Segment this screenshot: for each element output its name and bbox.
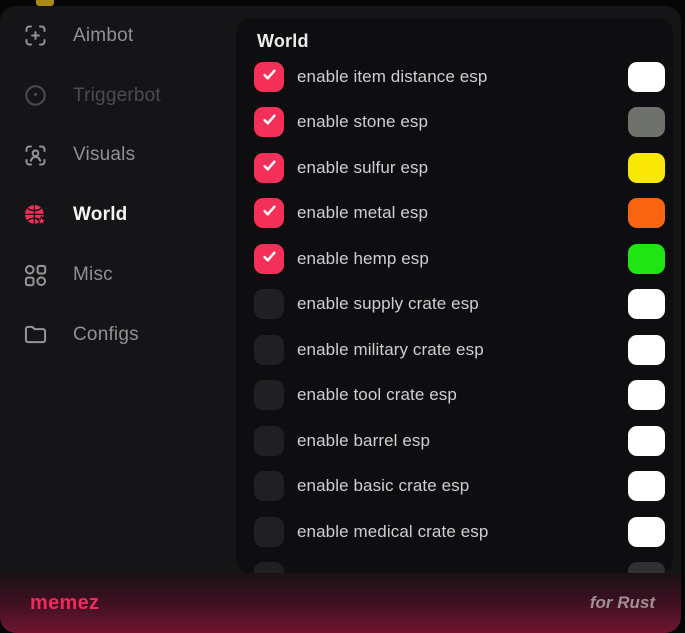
check-icon xyxy=(261,111,278,133)
folder-icon xyxy=(22,321,49,348)
checkbox-unchecked[interactable] xyxy=(254,289,284,319)
crosshair-icon xyxy=(22,22,49,49)
color-swatch[interactable] xyxy=(628,107,665,137)
check-icon xyxy=(261,157,278,179)
esp-option-list: enable item distance esp enable stone esp… xyxy=(236,54,673,574)
color-swatch[interactable] xyxy=(628,426,665,456)
checkbox-unchecked[interactable] xyxy=(254,335,284,365)
player-scan-icon xyxy=(22,142,49,169)
product-tagline: for Rust xyxy=(590,593,655,613)
esp-row: enable metal esp xyxy=(236,191,673,237)
checkbox-unchecked[interactable] xyxy=(254,471,284,501)
world-settings-panel: World enable item distance esp enable sto… xyxy=(236,18,673,574)
check-icon xyxy=(261,66,278,88)
checkbox-checked[interactable] xyxy=(254,244,284,274)
trigger-circle-icon xyxy=(22,82,49,109)
esp-row: enable hemp esp xyxy=(236,236,673,282)
esp-option-label: enable medical crate esp xyxy=(297,522,628,542)
footer-bar: memez for Rust xyxy=(0,573,681,633)
color-swatch[interactable] xyxy=(628,244,665,274)
sidebar-item-world[interactable]: World xyxy=(0,185,236,245)
sidebar-item-misc[interactable]: Misc xyxy=(0,245,236,305)
checkbox-checked[interactable] xyxy=(254,198,284,228)
esp-row: enable item distance esp xyxy=(236,54,673,100)
esp-option-label: enable supply crate esp xyxy=(297,294,628,314)
esp-option-label: enable barrel esp xyxy=(297,431,628,451)
color-swatch[interactable] xyxy=(628,62,665,92)
esp-option-label: enable sulfur esp xyxy=(297,158,628,178)
sidebar-item-aimbot[interactable]: Aimbot xyxy=(0,6,236,66)
color-swatch[interactable] xyxy=(628,380,665,410)
esp-row: enable medical crate esp xyxy=(236,509,673,555)
sidebar-item-triggerbot[interactable]: Triggerbot xyxy=(0,66,236,126)
esp-row: enable basic crate esp xyxy=(236,464,673,510)
color-swatch[interactable] xyxy=(628,471,665,501)
color-swatch[interactable] xyxy=(628,153,665,183)
sidebar-item-label: Triggerbot xyxy=(73,85,161,107)
esp-option-label: enable item distance esp xyxy=(297,67,628,87)
esp-row: enable barrel esp xyxy=(236,418,673,464)
check-icon xyxy=(261,202,278,224)
color-swatch[interactable] xyxy=(628,289,665,319)
check-icon xyxy=(261,248,278,270)
esp-row: enable tool crate esp xyxy=(236,373,673,419)
cheat-menu-window: AimbotTriggerbotVisualsWorldMiscConfigs … xyxy=(0,6,681,633)
sidebar: Aimbot Triggerbot Visuals World Misc Configs xyxy=(0,6,236,573)
esp-row: enable sulfur esp xyxy=(236,145,673,191)
globe-star-icon xyxy=(22,202,49,229)
brand-name: memez xyxy=(30,592,99,615)
esp-row: enable supply crate esp xyxy=(236,282,673,328)
color-swatch[interactable] xyxy=(628,517,665,547)
esp-option-label: enable hemp esp xyxy=(297,249,628,269)
shapes-grid-icon xyxy=(22,262,49,289)
esp-row-partial xyxy=(236,555,673,575)
esp-row: enable stone esp xyxy=(236,100,673,146)
esp-option-label: enable stone esp xyxy=(297,112,628,132)
checkbox-unchecked[interactable] xyxy=(254,517,284,547)
esp-option-label: enable basic crate esp xyxy=(297,476,628,496)
checkbox-unchecked[interactable] xyxy=(254,426,284,456)
sidebar-item-label: World xyxy=(73,204,127,226)
panel-title: World xyxy=(257,31,673,52)
color-swatch[interactable] xyxy=(628,335,665,365)
esp-row: enable military crate esp xyxy=(236,327,673,373)
checkbox-unchecked[interactable] xyxy=(254,380,284,410)
sidebar-item-visuals[interactable]: Visuals xyxy=(0,126,236,186)
esp-option-label: enable metal esp xyxy=(297,203,628,223)
checkbox-checked[interactable] xyxy=(254,62,284,92)
sidebar-item-label: Configs xyxy=(73,324,139,346)
sidebar-item-label: Visuals xyxy=(73,144,135,166)
sidebar-item-label: Aimbot xyxy=(73,25,133,47)
sidebar-item-label: Misc xyxy=(73,264,113,286)
checkbox-checked[interactable] xyxy=(254,107,284,137)
color-swatch[interactable] xyxy=(628,198,665,228)
esp-option-label: enable tool crate esp xyxy=(297,385,628,405)
esp-option-label: enable military crate esp xyxy=(297,340,628,360)
sidebar-item-configs[interactable]: Configs xyxy=(0,305,236,365)
checkbox-checked[interactable] xyxy=(254,153,284,183)
